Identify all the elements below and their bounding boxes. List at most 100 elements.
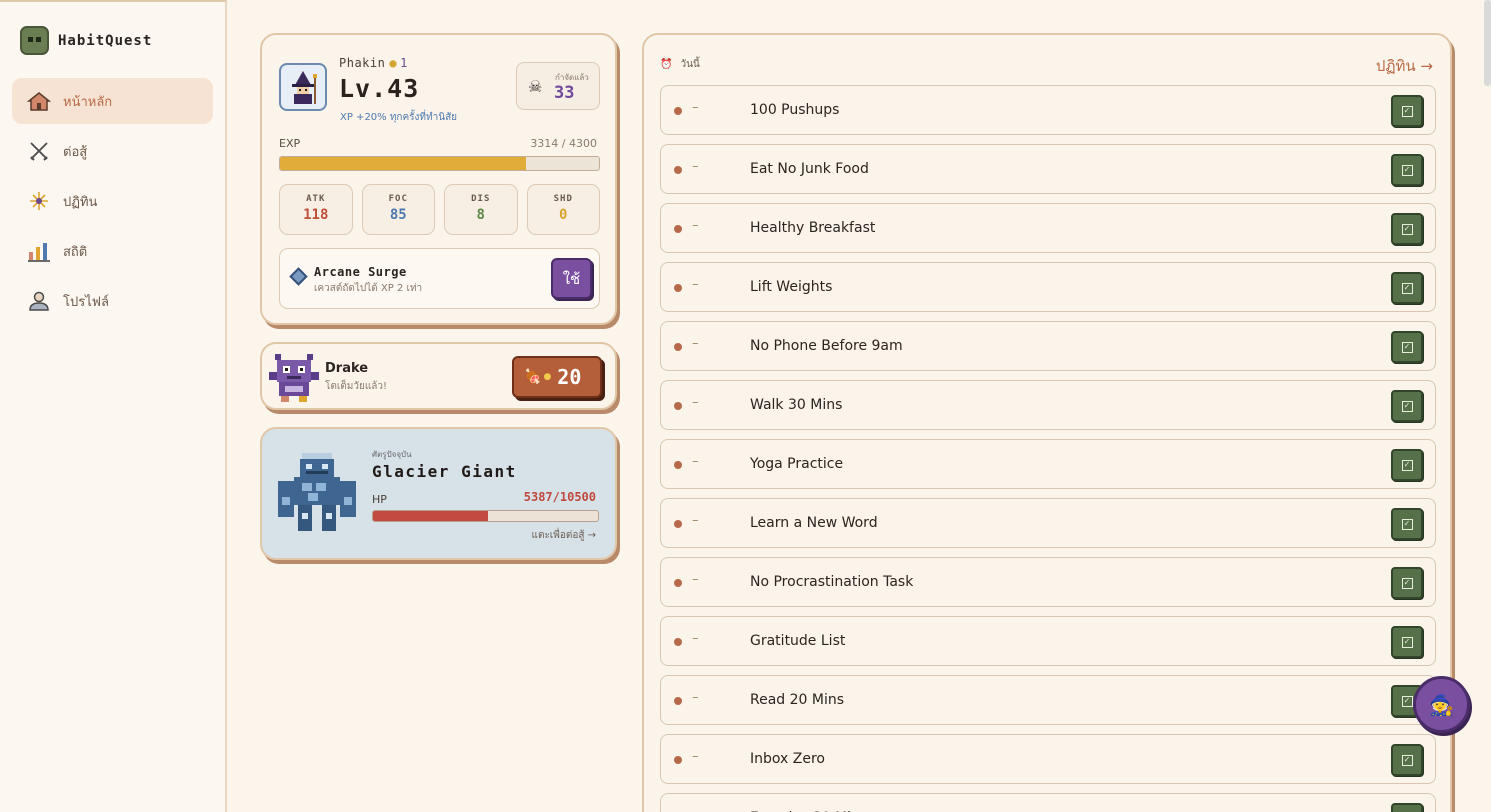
feed-pet-button[interactable]: 🍖 ● 20 xyxy=(512,356,602,398)
sidebar: HabitQuest หน้าหลัก ต่อสู้ ปฏิทิน สถิติ … xyxy=(0,0,227,812)
habit-status-dot xyxy=(674,756,682,764)
habit-row[interactable]: –Exercise 30 Mins✓ xyxy=(660,793,1436,812)
home-icon xyxy=(27,92,51,111)
sidebar-item-home[interactable]: หน้าหลัก xyxy=(12,78,213,124)
complete-habit-button[interactable]: ✓ xyxy=(1391,508,1423,540)
complete-habit-button[interactable]: ✓ xyxy=(1391,390,1423,422)
habit-name: Read 20 Mins xyxy=(750,692,845,708)
habit-row[interactable]: – Healthy Breakfast ✓ xyxy=(660,203,1436,253)
habit-name: Lift Weights xyxy=(750,279,833,295)
stat-atk: ATK 118 xyxy=(279,184,353,235)
complete-habit-button[interactable]: ✓ xyxy=(1391,744,1423,776)
sidebar-item-stats[interactable]: สถิติ xyxy=(12,228,213,274)
checkmark-icon: ✓ xyxy=(1401,577,1413,589)
skill-name: Arcane Surge xyxy=(314,265,407,279)
sidebar-item-battle[interactable]: ต่อสู้ xyxy=(12,128,213,174)
complete-habit-button[interactable]: ✓ xyxy=(1391,331,1423,363)
checkmark-icon: ✓ xyxy=(1401,223,1413,235)
boss-card[interactable]: ศัตรูปัจจุบัน Glacier Giant HP 5387/1050… xyxy=(260,427,617,560)
habit-streak: – xyxy=(692,808,699,812)
complete-habit-button[interactable]: ✓ xyxy=(1391,567,1423,599)
player-name: Phakin xyxy=(339,56,386,70)
checkmark-icon: ✓ xyxy=(1401,518,1413,530)
habit-row[interactable]: – Lift Weights ✓ xyxy=(660,262,1436,312)
habit-row[interactable]: – Eat No Junk Food ✓ xyxy=(660,144,1436,194)
habit-status-dot xyxy=(674,284,682,292)
chart-icon xyxy=(28,243,50,262)
dragon-pet-icon xyxy=(269,354,319,402)
goblin-logo-icon xyxy=(20,26,49,55)
feed-cost: 20 xyxy=(557,365,582,389)
complete-habit-button[interactable]: ✓ xyxy=(1391,154,1423,186)
habit-row[interactable]: – No Phone Before 9am ✓ xyxy=(660,321,1436,371)
complete-habit-button[interactable]: ✓ xyxy=(1391,272,1423,304)
calendar-link[interactable]: ปฏิทิน → xyxy=(1376,54,1433,78)
complete-habit-button[interactable]: ✓ xyxy=(1391,626,1423,658)
habit-streak: – xyxy=(692,749,699,764)
habit-row[interactable]: – Learn a New Word ✓ xyxy=(660,498,1436,548)
skill-card: Arcane Surge เควสต์ถัดไปได้ XP 2 เท่า ใช… xyxy=(279,248,600,309)
habit-name: Learn a New Word xyxy=(750,515,878,531)
stat-value: 85 xyxy=(389,207,407,223)
habit-streak: – xyxy=(692,513,699,528)
skull-icon: ☠ xyxy=(528,77,543,96)
sidebar-item-label: ปฏิทิน xyxy=(63,194,98,210)
page-scrollbar[interactable] xyxy=(1484,0,1491,86)
stat-name: FOC xyxy=(388,194,408,204)
user-icon xyxy=(29,291,49,311)
stat-name: DIS xyxy=(471,194,491,204)
checkmark-icon: ✓ xyxy=(1401,754,1413,766)
habit-row[interactable]: – Yoga Practice ✓ xyxy=(660,439,1436,489)
sidebar-nav: หน้าหลัก ต่อสู้ ปฏิทิน สถิติ โปรไฟล์ xyxy=(12,78,213,328)
alarm-clock-icon: ⏰ xyxy=(660,59,673,70)
checkmark-icon: ✓ xyxy=(1401,164,1413,176)
complete-habit-button[interactable]: ✓ xyxy=(1391,449,1423,481)
stat-name: SHD xyxy=(553,194,573,204)
complete-habit-button[interactable]: ✓ xyxy=(1391,95,1423,127)
habit-streak: – xyxy=(692,159,699,174)
habit-row[interactable]: – Gratitude List ✓ xyxy=(660,616,1436,666)
boss-tag: ศัตรูปัจจุบัน xyxy=(372,450,412,459)
stat-value: 0 xyxy=(559,207,568,223)
xp-bonus-text: XP +20% ทุกครั้งที่ทำนิสัย xyxy=(340,112,458,123)
habit-name: No Procrastination Task xyxy=(750,574,914,590)
checkmark-icon: ✓ xyxy=(1401,636,1413,648)
habit-row[interactable]: – 100 Pushups ✓ xyxy=(660,85,1436,135)
sidebar-item-calendar[interactable]: ปฏิทิน xyxy=(12,178,213,224)
player-level: Lv.43 xyxy=(339,74,420,103)
wizard-avatar[interactable] xyxy=(279,63,327,111)
kills-value: 33 xyxy=(554,83,575,103)
gem-icon xyxy=(289,267,308,286)
habits-panel: ⏰ วันนี้ ปฏิทิน → – 100 Pushups ✓ – Eat No J… xyxy=(642,33,1452,812)
coin-icon: ● xyxy=(543,372,552,382)
pet-card[interactable]: Drake โตเต็มวัยแล้ว! 🍖 ● 20 xyxy=(260,342,617,410)
habit-streak: – xyxy=(692,572,699,587)
today-label: วันนี้ xyxy=(680,59,700,70)
coin-icon: ● xyxy=(389,56,398,70)
wizard-icon xyxy=(292,71,317,104)
exp-value: 3314 / 4300 xyxy=(530,137,597,150)
use-skill-button[interactable]: ใช้ xyxy=(551,258,592,299)
habit-status-dot xyxy=(674,107,682,115)
boss-fight-link[interactable]: แตะเพื่อต่อสู้ → xyxy=(532,528,597,543)
habit-row[interactable]: – Walk 30 Mins ✓ xyxy=(660,380,1436,430)
habit-name: Healthy Breakfast xyxy=(750,220,876,236)
wizard-assistant-button[interactable]: 🧙 xyxy=(1413,676,1470,733)
today-header: ⏰ วันนี้ xyxy=(660,57,700,72)
sidebar-item-label: โปรไฟล์ xyxy=(63,294,109,310)
exp-progress-bar xyxy=(279,156,600,171)
app-logo[interactable]: HabitQuest xyxy=(20,26,152,55)
complete-habit-button[interactable]: ✓ xyxy=(1391,803,1423,812)
habit-streak: – xyxy=(692,454,699,469)
habit-row[interactable]: – Inbox Zero ✓ xyxy=(660,734,1436,784)
boss-hp-bar xyxy=(372,510,599,522)
habit-name: Walk 30 Mins xyxy=(750,397,843,413)
checkmark-icon: ✓ xyxy=(1401,400,1413,412)
habit-row[interactable]: – Read 20 Mins ✓ xyxy=(660,675,1436,725)
checkmark-icon: ✓ xyxy=(1401,695,1413,707)
sidebar-item-profile[interactable]: โปรไฟล์ xyxy=(12,278,213,324)
habit-status-dot xyxy=(674,461,682,469)
complete-habit-button[interactable]: ✓ xyxy=(1391,213,1423,245)
habit-row[interactable]: – No Procrastination Task ✓ xyxy=(660,557,1436,607)
stat-name: ATK xyxy=(306,194,326,204)
